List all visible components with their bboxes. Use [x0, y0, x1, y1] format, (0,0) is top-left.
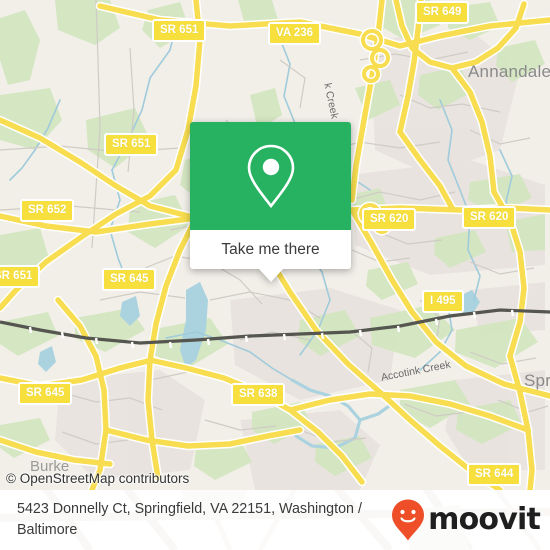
road-shield-sr652: SR 652 [20, 199, 75, 222]
popup-action-bar[interactable]: Take me there [190, 230, 351, 269]
map-pin-icon [247, 144, 294, 209]
moovit-wordmark: moovit [428, 502, 541, 537]
road-shield-sr638: SR 638 [231, 383, 286, 406]
map-screenshot: Annandale Spr Burke Accotink Creek k Cre… [0, 0, 550, 550]
road-shield-sr649: SR 649 [415, 1, 470, 24]
road-shield-sr645-north: SR 645 [102, 268, 157, 291]
map-popup-take-me-there[interactable]: Take me there [190, 122, 351, 282]
footer-address-text: 5423 Donnelly Ct, Springfield, VA 22151,… [17, 501, 362, 538]
road-shield-sr651-edge: SR 651 [0, 265, 41, 288]
moovit-pin-smile-icon [392, 499, 425, 541]
road-shield-sr620-east: SR 620 [462, 206, 517, 229]
popup-header [190, 122, 351, 230]
road-shield-va236: VA 236 [268, 22, 322, 45]
moovit-brand[interactable]: moovit [391, 499, 541, 541]
road-shield-sr620-west: SR 620 [362, 208, 417, 231]
road-shield-sr651-west: SR 651 [104, 133, 159, 156]
footer-bar: 5423 Donnelly Ct, Springfield, VA 22151,… [0, 490, 550, 550]
popup-action-label: Take me there [221, 240, 320, 258]
road-shield-i495: I 495 [422, 290, 464, 313]
map-canvas[interactable]: Annandale Spr Burke Accotink Creek k Cre… [0, 0, 550, 490]
road-shield-sr644: SR 644 [467, 463, 522, 486]
road-shield-sr651-north: SR 651 [152, 19, 207, 42]
road-shield-sr645-south: SR 645 [18, 382, 73, 405]
popup-tail-arrow [258, 269, 283, 282]
osm-attribution[interactable]: © OpenStreetMap contributors [6, 471, 189, 486]
